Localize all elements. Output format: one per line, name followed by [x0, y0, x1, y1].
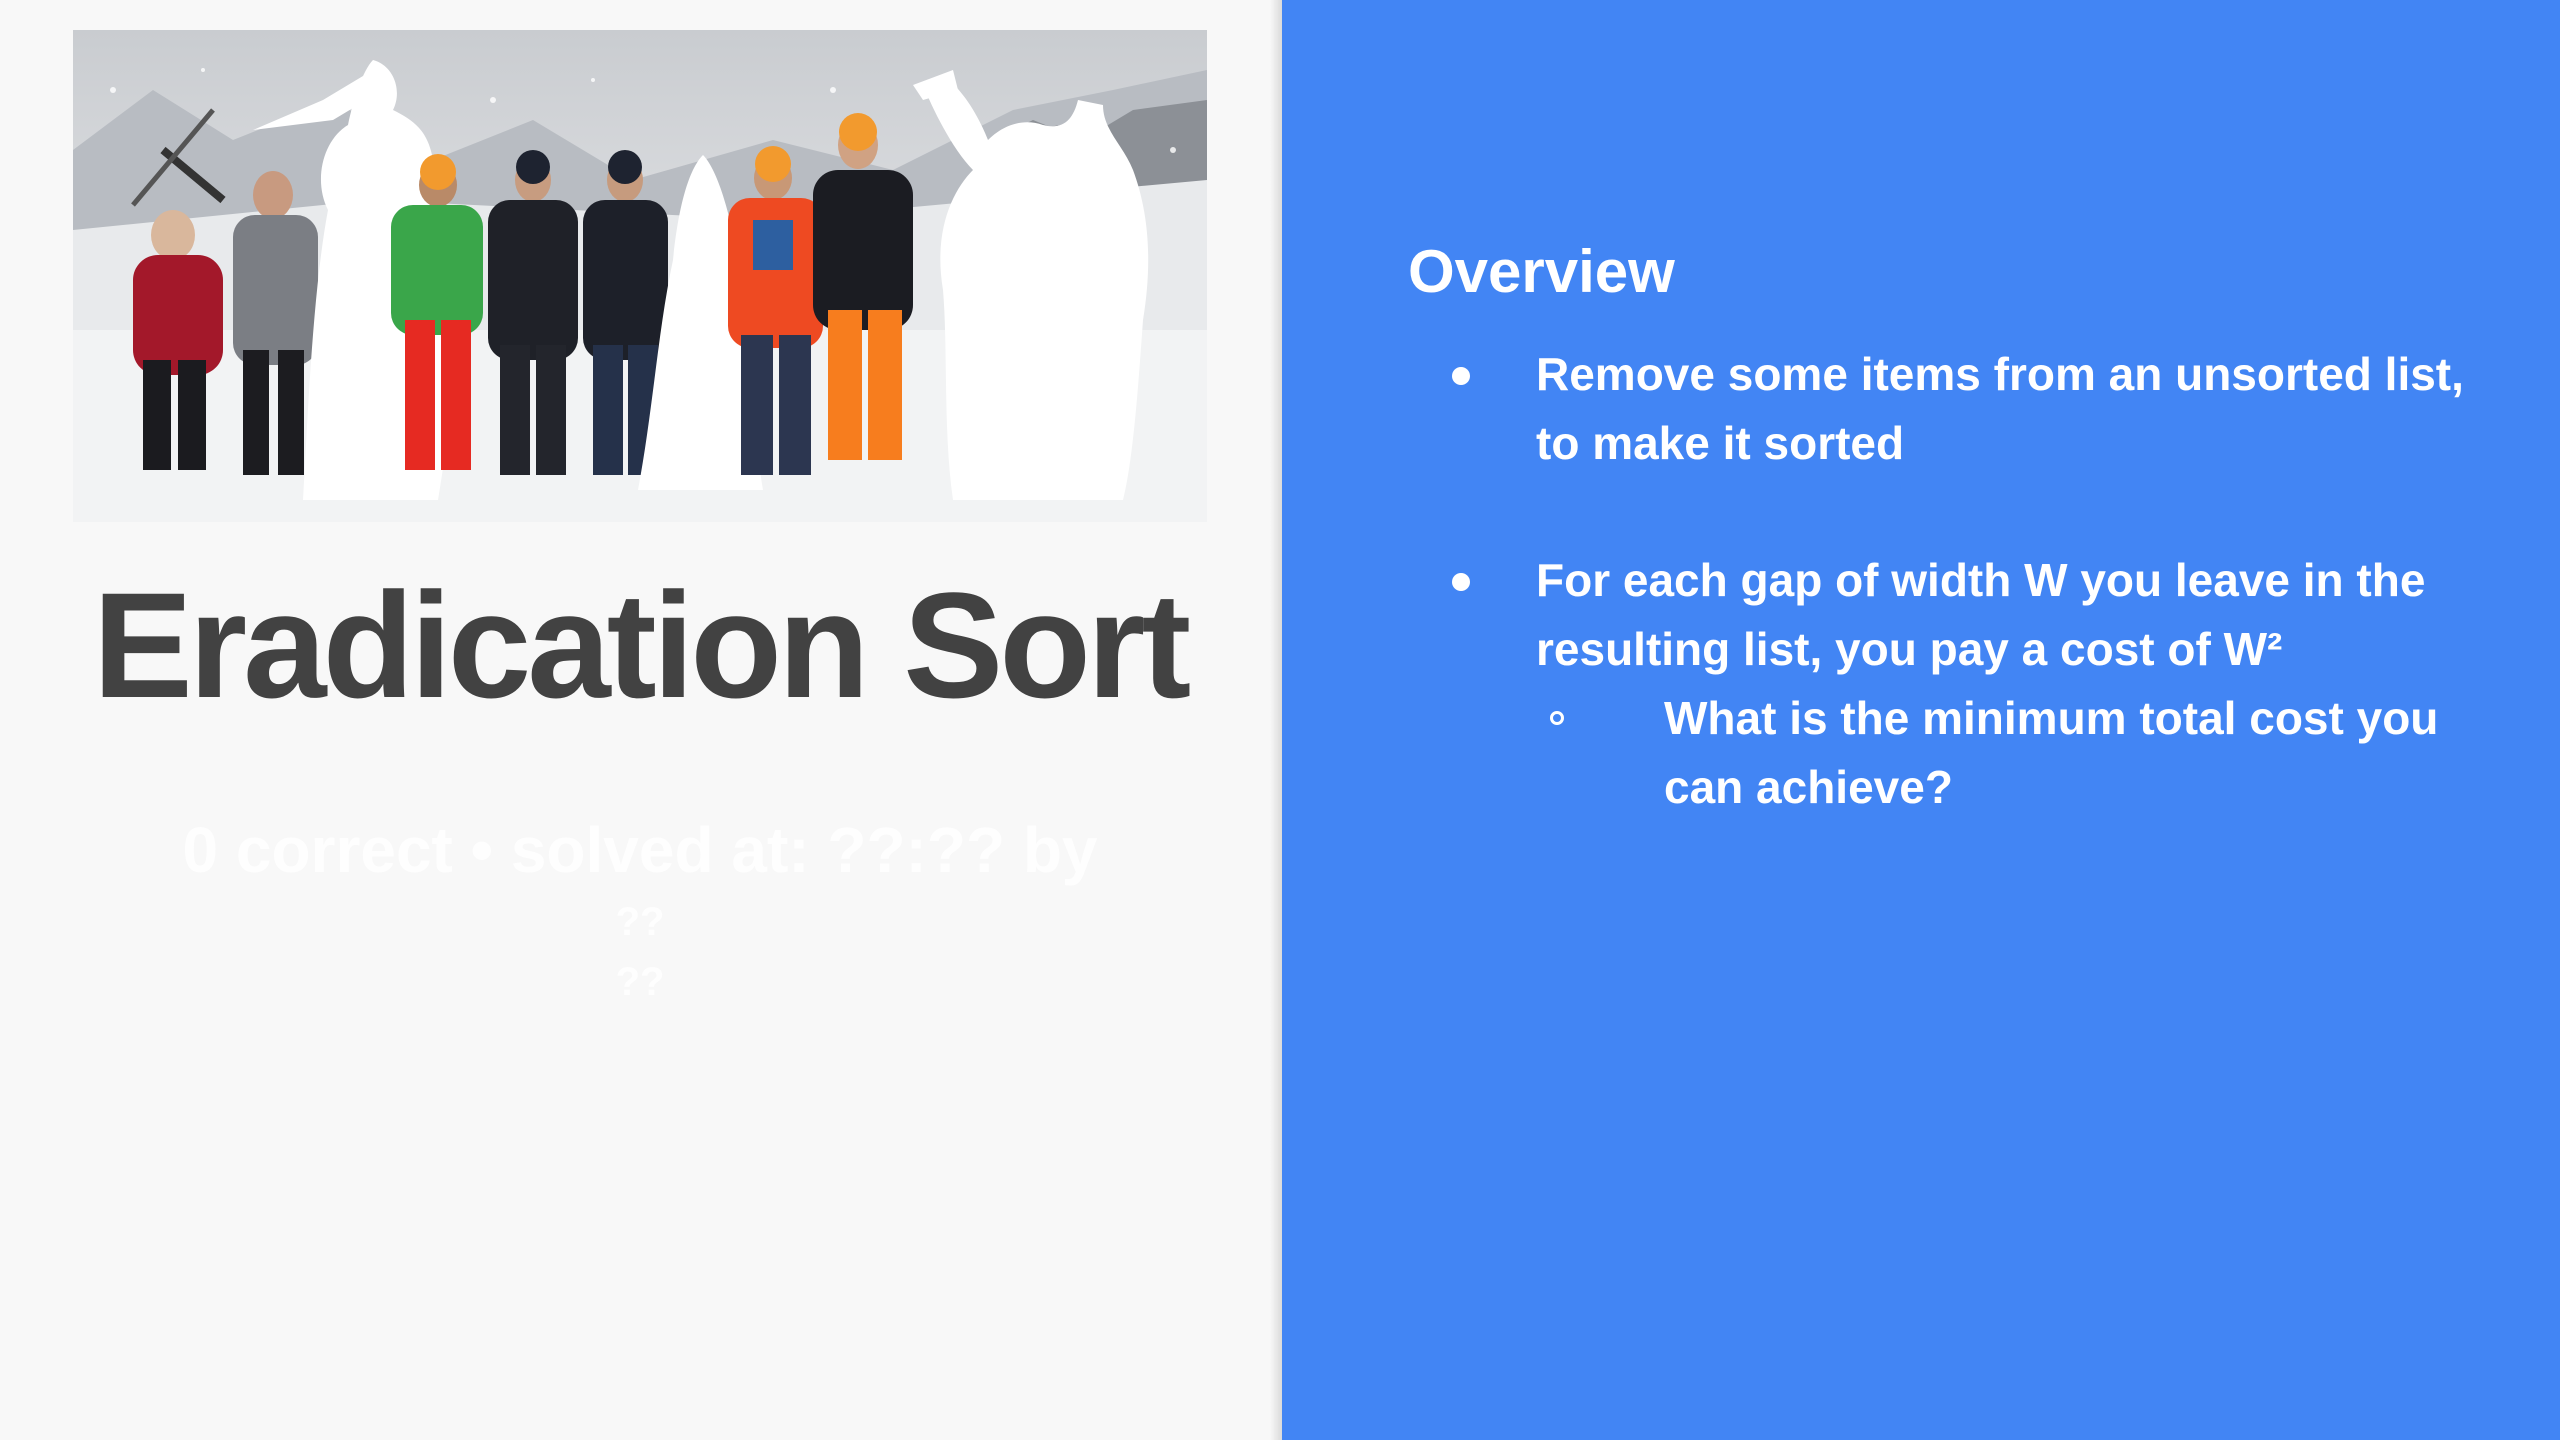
sub-bullet-item: What is the minimum total cost you can a… — [1536, 684, 2480, 822]
left-panel: Eradication Sort 0 correct • solved at: … — [0, 0, 1278, 1440]
bullet-dot-icon — [1452, 367, 1470, 385]
group-photo-icon — [73, 60, 1207, 522]
bullet-item: Remove some items from an unsorted list,… — [1440, 340, 2480, 478]
bullet-text: Remove some items from an unsorted list,… — [1536, 348, 2464, 469]
status-summary: 0 correct • solved at: ??:?? by — [182, 814, 1098, 886]
status-solver: ?? — [615, 900, 665, 944]
sub-bullet-text: What is the minimum total cost you can a… — [1664, 692, 2439, 813]
solve-status: 0 correct • solved at: ??:?? by ?? ?? — [60, 808, 1220, 1012]
panel-divider — [1270, 0, 1282, 1440]
slide: Eradication Sort 0 correct • solved at: … — [0, 0, 2560, 1440]
page-title: Eradication Sort — [92, 561, 1192, 729]
overview-bullet-list: Remove some items from an unsorted list,… — [1440, 340, 2480, 822]
bullet-item: For each gap of width W you leave in the… — [1440, 546, 2480, 822]
status-extra: ?? — [615, 960, 665, 1004]
group-photo — [73, 30, 1207, 522]
hollow-bullet-icon — [1550, 711, 1564, 725]
overview-heading: Overview — [1408, 238, 1675, 305]
bullet-text: For each gap of width W you leave in the… — [1536, 554, 2426, 675]
bullet-dot-icon — [1452, 573, 1470, 591]
